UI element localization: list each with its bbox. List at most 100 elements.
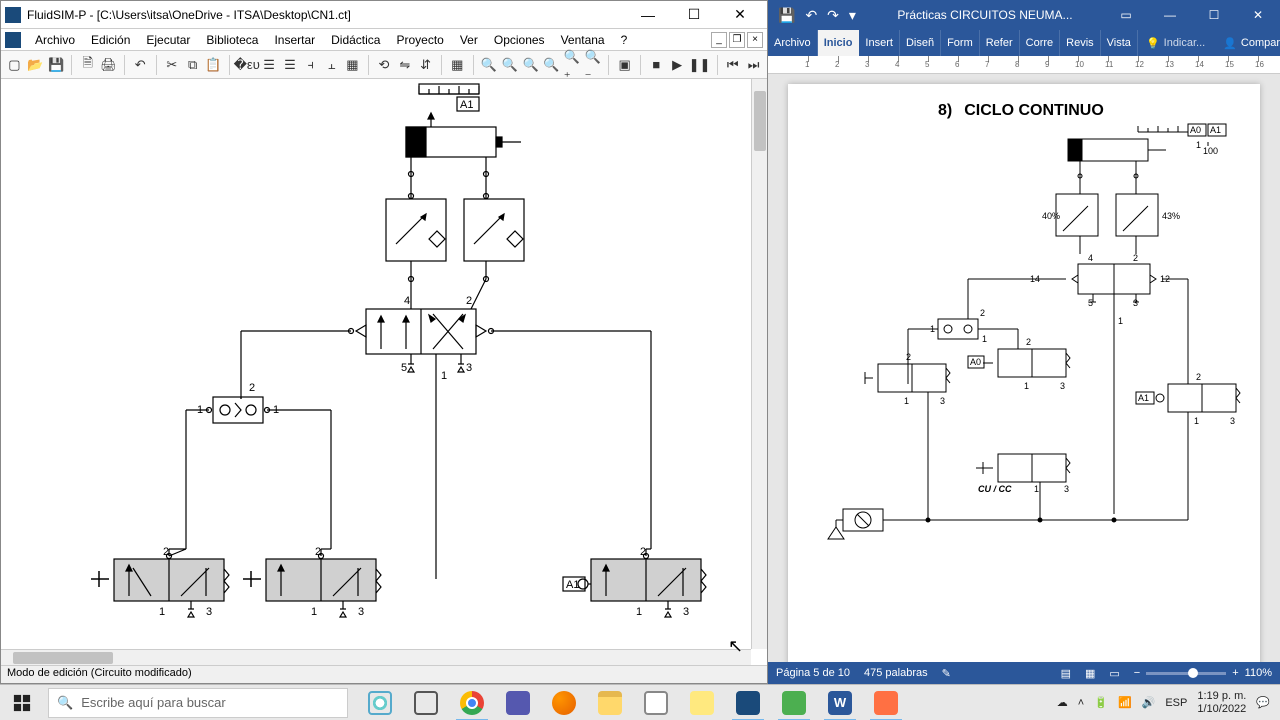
- play-icon[interactable]: ▶: [668, 54, 687, 76]
- scrollbar-vertical[interactable]: [751, 79, 767, 649]
- view-print-icon[interactable]: ▦: [1085, 667, 1095, 680]
- qat-more-icon[interactable]: ▾: [849, 7, 856, 24]
- align-left-icon[interactable]: �ευ: [236, 54, 258, 76]
- menu-help[interactable]: ?: [613, 29, 636, 51]
- print-icon[interactable]: 🖨: [99, 54, 118, 76]
- print-preview-icon[interactable]: 🗎: [78, 54, 97, 76]
- ribbon-opts-icon[interactable]: ▭: [1104, 0, 1148, 30]
- save-icon[interactable]: 💾: [47, 54, 66, 76]
- dist-v-icon[interactable]: ⫠: [322, 54, 341, 76]
- mdi-restore-icon[interactable]: ❐: [729, 32, 745, 48]
- flow-control-right[interactable]: [464, 199, 524, 261]
- cortana-icon[interactable]: [358, 685, 402, 720]
- tab-revisar[interactable]: Revis: [1060, 30, 1101, 56]
- tell-me-box[interactable]: 💡 Indicar...: [1138, 30, 1213, 56]
- menu-archivo[interactable]: Archivo: [27, 29, 83, 51]
- tray-volume-icon[interactable]: 🔊: [1142, 696, 1156, 709]
- menu-insertar[interactable]: Insertar: [266, 29, 323, 51]
- tab-insertar[interactable]: Insert: [859, 30, 900, 56]
- new-icon[interactable]: ▢: [5, 54, 24, 76]
- zoom-out-button[interactable]: −: [1134, 667, 1140, 679]
- zoom-prev-icon[interactable]: 🔍: [521, 54, 540, 76]
- paste-icon[interactable]: 📋: [204, 54, 223, 76]
- share-button[interactable]: 👤 Compartir: [1213, 30, 1280, 56]
- word-page-area[interactable]: 8) CICLO CONTINUO A0 A1 100 1: [768, 74, 1280, 662]
- word-ruler[interactable]: 12345678910111213141516: [768, 56, 1280, 74]
- maximize-button[interactable]: ☐: [671, 1, 717, 29]
- word-close-button[interactable]: ✕: [1236, 0, 1280, 30]
- status-words[interactable]: 475 palabras: [864, 667, 928, 679]
- tab-referencias[interactable]: Refer: [980, 30, 1020, 56]
- tab-diseno[interactable]: Diseñ: [900, 30, 941, 56]
- word-minimize-button[interactable]: —: [1148, 0, 1192, 30]
- tab-formato[interactable]: Form: [941, 30, 980, 56]
- zoom-out-icon[interactable]: 🔍₋: [584, 54, 603, 76]
- shuttle-valve[interactable]: [213, 397, 263, 423]
- tab-vista[interactable]: Vista: [1101, 30, 1138, 56]
- open-icon[interactable]: 📂: [26, 54, 45, 76]
- valve-bottom-right[interactable]: [578, 559, 706, 601]
- fluidsim-canvas[interactable]: A1: [1, 79, 767, 665]
- redo-icon[interactable]: ↷: [827, 7, 839, 24]
- undo-icon[interactable]: ↶: [131, 54, 150, 76]
- start-button[interactable]: [0, 685, 44, 720]
- zoom-window-icon[interactable]: 🔍: [500, 54, 519, 76]
- app-recorder[interactable]: [864, 685, 908, 720]
- mirror-h-icon[interactable]: ⇋: [395, 54, 414, 76]
- valve-bottom-left[interactable]: [91, 559, 229, 601]
- status-page[interactable]: Página 5 de 10: [776, 667, 850, 679]
- zoom-slider[interactable]: [1146, 672, 1226, 675]
- rotate-icon[interactable]: ⟲: [375, 54, 394, 76]
- app-fluidsim[interactable]: [726, 685, 770, 720]
- app-explorer[interactable]: [588, 685, 632, 720]
- tab-correspondencia[interactable]: Corre: [1020, 30, 1061, 56]
- minimize-button[interactable]: —: [625, 1, 671, 29]
- tray-lang[interactable]: ESP: [1165, 697, 1187, 709]
- step-back-icon[interactable]: ⏮: [723, 54, 742, 76]
- save-icon[interactable]: 💾: [778, 7, 795, 24]
- menu-didactica[interactable]: Didáctica: [323, 29, 388, 51]
- zoom-in-button[interactable]: +: [1232, 667, 1238, 679]
- tray-battery-icon[interactable]: 🔋: [1094, 696, 1108, 709]
- copy-icon[interactable]: ⧉: [183, 54, 202, 76]
- dist-h-icon[interactable]: ⫞: [301, 54, 320, 76]
- word-maximize-button[interactable]: ☐: [1192, 0, 1236, 30]
- group-icon[interactable]: ▦: [343, 54, 362, 76]
- view-web-icon[interactable]: ▭: [1109, 667, 1119, 680]
- menu-ver[interactable]: Ver: [452, 29, 486, 51]
- app-word[interactable]: W: [818, 685, 862, 720]
- step-fwd-icon[interactable]: ⏭: [744, 54, 763, 76]
- app-chrome[interactable]: [450, 685, 494, 720]
- tray-notifications-icon[interactable]: 💬: [1256, 696, 1270, 709]
- pause-icon[interactable]: ❚❚: [689, 54, 711, 76]
- mdi-minimize-icon[interactable]: _: [711, 32, 727, 48]
- taskview-icon[interactable]: [404, 685, 448, 720]
- mirror-v-icon[interactable]: ⇵: [416, 54, 435, 76]
- zoom-fit-icon[interactable]: 🔍: [480, 54, 499, 76]
- tray-onedrive-icon[interactable]: ☁: [1057, 696, 1068, 709]
- zoom-in-icon[interactable]: 🔍₊: [563, 54, 582, 76]
- library-icon[interactable]: ▣: [615, 54, 634, 76]
- app-camtasia[interactable]: [772, 685, 816, 720]
- taskbar-search[interactable]: 🔍 Escribe aquí para buscar: [48, 688, 348, 718]
- app-teams[interactable]: [496, 685, 540, 720]
- zoom-100-icon[interactable]: 🔍: [542, 54, 561, 76]
- tray-chevron-icon[interactable]: ˄: [1078, 697, 1084, 709]
- cut-icon[interactable]: ✂: [162, 54, 181, 76]
- app-store[interactable]: [634, 685, 678, 720]
- grid-icon[interactable]: ▦: [448, 54, 467, 76]
- align-center-icon[interactable]: ☰: [260, 54, 279, 76]
- menu-ejecutar[interactable]: Ejecutar: [138, 29, 198, 51]
- tray-clock[interactable]: 1:19 p. m. 1/10/2022: [1197, 690, 1246, 714]
- flow-control-left[interactable]: [386, 199, 446, 261]
- app-notes[interactable]: [680, 685, 724, 720]
- zoom-value[interactable]: 110%: [1245, 667, 1272, 679]
- menu-proyecto[interactable]: Proyecto: [388, 29, 451, 51]
- mdi-close-icon[interactable]: ×: [747, 32, 763, 48]
- menu-ventana[interactable]: Ventana: [553, 29, 613, 51]
- menu-opciones[interactable]: Opciones: [486, 29, 553, 51]
- main-valve[interactable]: [349, 309, 494, 354]
- align-right-icon[interactable]: ☰: [281, 54, 300, 76]
- tray-wifi-icon[interactable]: 📶: [1118, 696, 1132, 709]
- close-button[interactable]: ✕: [717, 1, 763, 29]
